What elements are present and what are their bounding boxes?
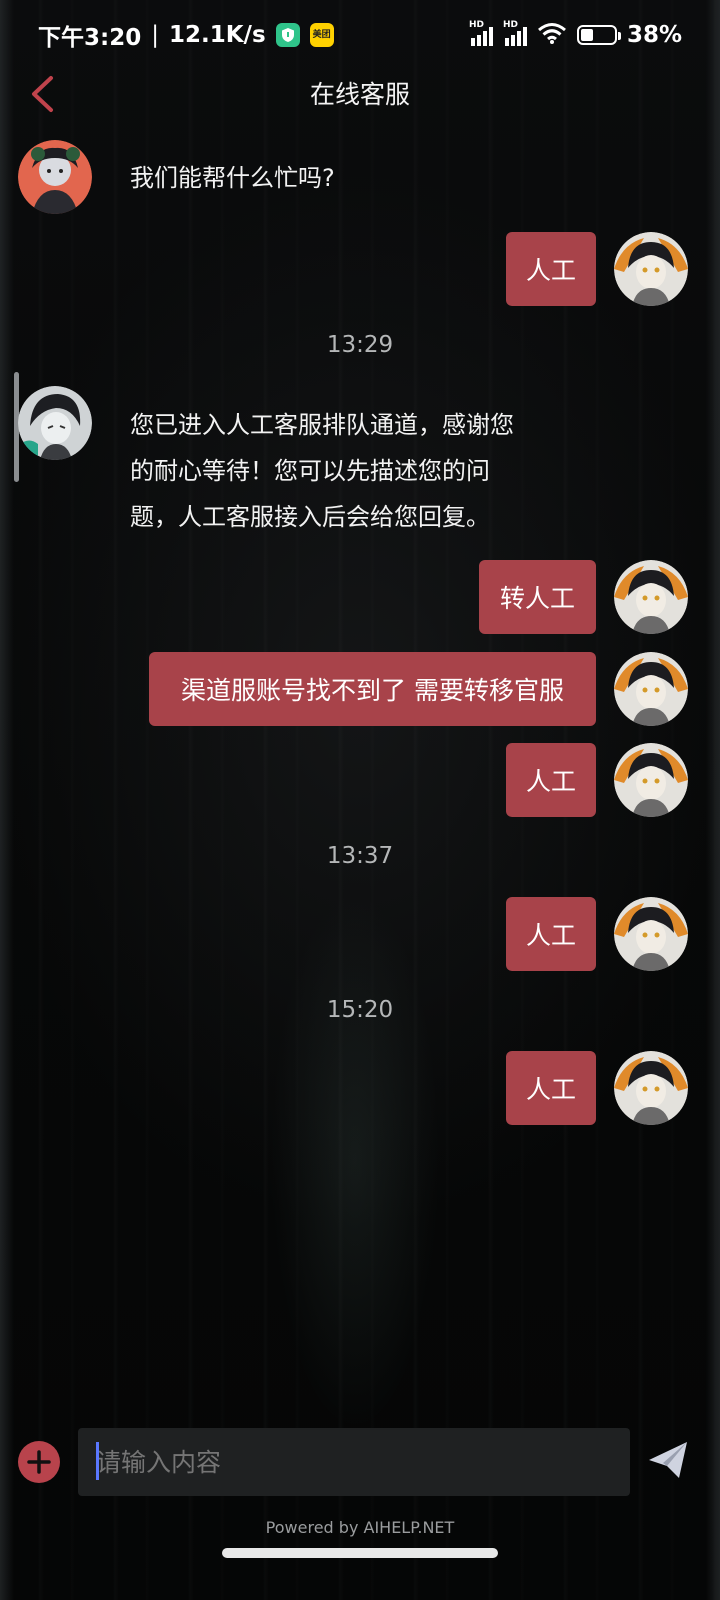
send-button[interactable] — [646, 1438, 694, 1486]
user-message-bubble: 人工 — [506, 897, 596, 971]
back-button[interactable] — [22, 74, 62, 114]
message-text: 转人工 — [499, 584, 575, 613]
page-title: 在线客服 — [309, 80, 410, 109]
agent-avatar — [18, 140, 92, 214]
clock: 下午3:20 — [38, 25, 142, 51]
plus-icon — [27, 1450, 51, 1474]
user-message-bubble: 转人工 — [479, 560, 596, 634]
signal-icon-2: HD — [503, 20, 527, 46]
agent-avatar — [18, 386, 92, 460]
user-avatar — [614, 743, 688, 817]
status-bar: 下午3:20 | 12.1K/s 美团 HD HD 38% — [0, 0, 720, 70]
agent-message: 我们能帮什么忙吗? — [130, 158, 335, 198]
message-text: 人工 — [526, 767, 577, 796]
input-bar — [0, 1424, 720, 1514]
meituan-app-icon: 美团 — [309, 23, 334, 47]
signal-icon-1: HD — [469, 20, 493, 46]
chat-header: 在线客服 — [0, 70, 720, 116]
message-line: 题，人工客服接入后会给您回复。 — [130, 503, 490, 531]
add-attachment-button[interactable] — [18, 1441, 60, 1483]
background-texture — [0, 0, 720, 1600]
user-avatar — [614, 560, 688, 634]
send-icon — [649, 1442, 687, 1478]
user-avatar — [614, 232, 688, 306]
security-app-icon — [275, 23, 300, 47]
powered-by-label: Powered by AIHELP.NET — [265, 1518, 455, 1537]
user-message-bubble: 人工 — [506, 232, 596, 306]
text-cursor — [96, 1442, 99, 1480]
network-speed: 12.1K/s — [168, 22, 266, 48]
message-text: 渠道服账号找不到了 需要转移官服 — [181, 676, 564, 705]
user-message-bubble: 渠道服账号找不到了 需要转移官服 — [149, 652, 596, 726]
chat-screen: 下午3:20 | 12.1K/s 美团 HD HD 38% 在线客服 我们能帮什… — [0, 0, 720, 1600]
separator: | — [151, 22, 159, 48]
background-edge-right — [706, 0, 720, 1600]
timestamp: 15:20 — [326, 997, 394, 1023]
status-bar-right: HD HD 38% — [469, 20, 682, 48]
status-bar-left: 下午3:20 | 12.1K/s 美团 — [38, 18, 334, 52]
message-line: 的耐心等待！您可以先描述您的问 — [130, 457, 490, 485]
wifi-icon — [537, 22, 567, 48]
background-edge-left — [0, 0, 14, 1600]
user-avatar — [614, 652, 688, 726]
message-text: 人工 — [526, 256, 577, 285]
home-indicator[interactable] — [222, 1548, 498, 1558]
agent-message: 您已进入人工客服排队通道，感谢您 的耐心等待！您可以先描述您的问 题，人工客服接… — [130, 402, 514, 540]
battery-icon — [576, 25, 621, 45]
battery-fill — [580, 29, 593, 41]
user-avatar — [614, 1051, 688, 1125]
timestamp: 13:29 — [326, 332, 394, 358]
message-input[interactable] — [78, 1428, 630, 1496]
message-text: 人工 — [526, 1075, 577, 1104]
user-message-bubble: 人工 — [506, 1051, 596, 1125]
battery-percent: 38% — [626, 22, 682, 48]
user-avatar — [614, 897, 688, 971]
timestamp: 13:37 — [326, 843, 394, 869]
message-text: 人工 — [526, 921, 577, 950]
message-line: 您已进入人工客服排队通道，感谢您 — [130, 411, 514, 439]
chevron-left-icon — [32, 76, 53, 112]
user-message-bubble: 人工 — [506, 743, 596, 817]
message-text: 我们能帮什么忙吗? — [130, 164, 335, 192]
